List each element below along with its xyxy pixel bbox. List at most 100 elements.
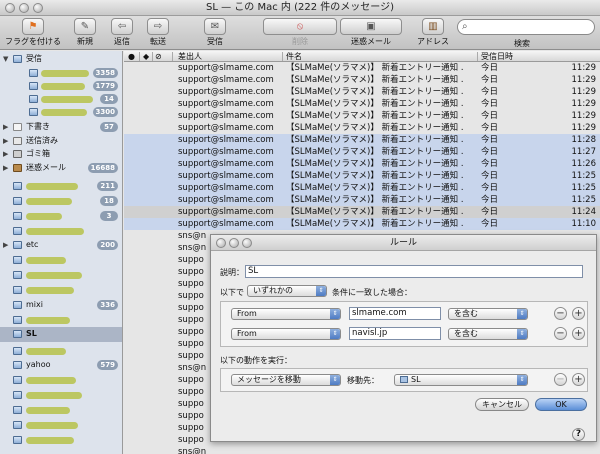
search-input[interactable]: ⌕ <box>457 19 595 35</box>
message-row[interactable]: sns@n <box>124 446 600 454</box>
condition-value-field[interactable]: slmame.com <box>349 307 441 320</box>
redacted-folder-name <box>26 437 74 444</box>
sidebar-item-inbox-account[interactable]: 14 <box>0 93 122 105</box>
add-condition-button[interactable]: + <box>572 327 585 340</box>
message-row[interactable]: support@slmame.com 【SLMaMe(ソラマメ)】 新着エントリー… <box>124 218 600 230</box>
message-from: support@slmame.com <box>178 99 274 109</box>
condition-value-field[interactable]: navisl.jp <box>349 327 441 340</box>
sidebar-item-folder[interactable]: 18 <box>0 195 122 207</box>
message-from: support@slmame.com <box>178 147 274 157</box>
message-row[interactable]: support@slmame.com 【SLMaMe(ソラマメ)】 新着エントリー… <box>124 182 600 194</box>
ok-button[interactable]: OK <box>535 398 587 411</box>
help-button[interactable]: ? <box>572 428 585 441</box>
message-row[interactable]: support@slmame.com 【SLMaMe(ソラマメ)】 新着エントリー… <box>124 206 600 218</box>
from-column-header[interactable]: 差出人 <box>178 51 202 62</box>
sidebar-item-yahoo[interactable]: yahoo 579 <box>0 359 122 371</box>
forward-button[interactable]: ⇨ 転送 <box>144 18 172 49</box>
disclosure-closed-icon[interactable]: ▶ <box>3 162 8 174</box>
disclosure-open-icon[interactable]: ▼ <box>3 53 8 65</box>
remove-condition-button[interactable]: − <box>554 307 567 320</box>
sidebar-item-folder[interactable] <box>0 389 122 401</box>
zoom-dialog-button[interactable] <box>242 238 252 248</box>
sidebar-item-drafts[interactable]: ▶ 下書き 57 <box>0 121 122 133</box>
minimize-dialog-button[interactable] <box>229 238 239 248</box>
minimize-window-button[interactable] <box>19 3 29 13</box>
sidebar-item-inbox[interactable]: ▼ 受信 <box>0 53 122 65</box>
address-book-button[interactable]: ▥ アドレス <box>416 18 450 49</box>
action-popup[interactable]: メッセージを移動 ⇕ <box>231 374 341 386</box>
sidebar-item-inbox-account[interactable]: 3300 <box>0 106 122 118</box>
add-condition-button[interactable]: + <box>572 307 585 320</box>
sidebar-item-folder[interactable]: 3 <box>0 210 122 222</box>
sidebar-item-trash[interactable]: ▶ ゴミ箱 <box>0 148 122 160</box>
condition-operator-popup[interactable]: を含む ⇕ <box>448 308 528 320</box>
reply-button[interactable]: ⇦ 返信 <box>108 18 136 49</box>
inbox-icon <box>29 69 38 77</box>
redacted-folder-name <box>26 317 70 324</box>
flag-column-header[interactable]: ◆ <box>143 51 149 62</box>
trash-icon <box>13 150 22 158</box>
sidebar-item-mixi[interactable]: mixi 336 <box>0 299 122 311</box>
sidebar-item-folder[interactable] <box>0 374 122 386</box>
delete-button[interactable]: ⦸ 削除 <box>262 18 338 49</box>
new-message-button[interactable]: ✎ 新規 <box>71 18 99 49</box>
sidebar-item-sent[interactable]: ▶ 送信済み <box>0 135 122 147</box>
date-column-header[interactable]: 受信日時 <box>481 51 513 62</box>
close-dialog-button[interactable] <box>216 238 226 248</box>
disclosure-closed-icon[interactable]: ▶ <box>3 121 8 133</box>
unread-column-header[interactable]: ● <box>128 51 135 62</box>
message-row[interactable]: support@slmame.com 【SLMaMe(ソラマメ)】 新着エントリー… <box>124 158 600 170</box>
junk-button[interactable]: ▣ 迷惑メール <box>339 18 403 49</box>
sidebar-item-folder[interactable] <box>0 404 122 416</box>
folder-icon <box>13 212 22 220</box>
description-field[interactable]: SL <box>245 265 583 278</box>
flag-button[interactable]: ⚑ フラグを付ける <box>4 18 62 49</box>
disclosure-closed-icon[interactable]: ▶ <box>3 239 8 251</box>
message-row[interactable]: support@slmame.com 【SLMaMe(ソラマメ)】 新着エントリー… <box>124 110 600 122</box>
sidebar-item-folder[interactable] <box>0 284 122 296</box>
condition-field-popup[interactable]: From ⇕ <box>231 328 341 340</box>
message-row[interactable]: support@slmame.com 【SLMaMe(ソラマメ)】 新着エントリー… <box>124 122 600 134</box>
close-window-button[interactable] <box>5 3 15 13</box>
cancel-button[interactable]: キャンセル <box>475 398 529 411</box>
message-row[interactable]: support@slmame.com 【SLMaMe(ソラマメ)】 新着エントリー… <box>124 134 600 146</box>
sidebar-item-inbox-account[interactable]: 1779 <box>0 80 122 92</box>
disclosure-closed-icon[interactable]: ▶ <box>3 135 8 147</box>
message-date: 今日 <box>481 219 499 229</box>
attachment-icon[interactable]: ⊘ <box>155 51 162 62</box>
condition-operator-popup[interactable]: を含む ⇕ <box>448 328 528 340</box>
remove-condition-button[interactable]: − <box>554 327 567 340</box>
sidebar-item-folder[interactable] <box>0 225 122 237</box>
sidebar-item-folder[interactable] <box>0 269 122 281</box>
sidebar-item-folder[interactable] <box>0 434 122 446</box>
sidebar-item-folder[interactable] <box>0 314 122 326</box>
condition-field-popup[interactable]: From ⇕ <box>231 308 341 320</box>
message-row[interactable]: support@slmame.com 【SLMaMe(ソラマメ)】 新着エントリー… <box>124 98 600 110</box>
message-row[interactable]: support@slmame.com 【SLMaMe(ソラマメ)】 新着エントリー… <box>124 86 600 98</box>
message-row[interactable]: support@slmame.com 【SLMaMe(ソラマメ)】 新着エントリー… <box>124 194 600 206</box>
message-row[interactable]: support@slmame.com 【SLMaMe(ソラマメ)】 新着エントリー… <box>124 62 600 74</box>
match-mode-popup[interactable]: いずれかの ⇕ <box>247 285 327 297</box>
get-mail-button[interactable]: ✉ 受信 <box>201 18 229 49</box>
destination-mailbox-popup[interactable]: SL ⇕ <box>394 374 528 386</box>
add-action-button[interactable]: + <box>572 373 585 386</box>
sidebar-item-folder[interactable] <box>0 419 122 431</box>
message-subject: 【SLMaMe(ソラマメ)】 新着エントリー通知 … <box>286 207 464 217</box>
disclosure-closed-icon[interactable]: ▶ <box>3 148 8 160</box>
sidebar-item-folder[interactable]: 211 <box>0 180 122 192</box>
zoom-window-button[interactable] <box>33 3 43 13</box>
message-time: 11:29 <box>571 123 597 133</box>
message-row[interactable]: support@slmame.com 【SLMaMe(ソラマメ)】 新着エントリー… <box>124 146 600 158</box>
message-row[interactable]: support@slmame.com 【SLMaMe(ソラマメ)】 新着エントリー… <box>124 74 600 86</box>
sidebar-item-junk[interactable]: ▶ 迷惑メール 16688 <box>0 162 122 174</box>
sidebar-item-folder[interactable] <box>0 254 122 266</box>
popup-arrows-icon: ⇕ <box>330 375 340 385</box>
sidebar-item-sl[interactable]: SL <box>0 327 122 342</box>
sidebar-item-etc[interactable]: ▶ etc 200 <box>0 239 122 251</box>
sidebar-item-folder[interactable] <box>0 345 122 357</box>
sidebar-item-inbox-account[interactable]: 3358 <box>0 67 122 79</box>
message-row[interactable]: support@slmame.com 【SLMaMe(ソラマメ)】 新着エントリー… <box>124 170 600 182</box>
remove-action-button[interactable]: − <box>554 373 567 386</box>
message-time: 11:25 <box>571 195 597 205</box>
subject-column-header[interactable]: 件名 <box>286 51 302 62</box>
